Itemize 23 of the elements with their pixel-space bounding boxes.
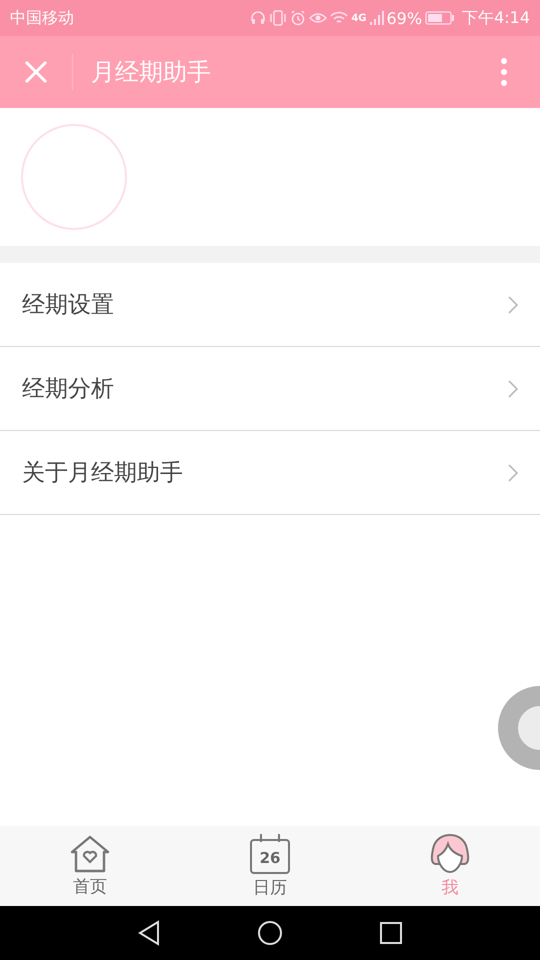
menu-item[interactable]: 关于月经期助手	[0, 431, 540, 515]
network-type: 4G	[351, 12, 366, 24]
header-title: 月经期助手	[91, 57, 212, 88]
menu-item[interactable]: 经期分析	[0, 347, 540, 431]
chevron-right-icon	[508, 296, 518, 314]
battery-icon	[425, 10, 456, 26]
tab[interactable]: 首页	[30, 826, 150, 906]
battery-level: 69%	[386, 8, 422, 28]
signal-icon	[370, 10, 384, 26]
tab[interactable]: 26 日历	[210, 826, 330, 906]
clock-time: 下午4:14	[462, 8, 530, 28]
home-icon[interactable]	[257, 920, 283, 946]
vibrate-icon	[269, 10, 288, 26]
house-heart-icon	[68, 834, 112, 872]
chevron-right-icon	[508, 464, 518, 482]
menu-item[interactable]: 经期设置	[0, 263, 540, 347]
headphones-icon	[250, 10, 266, 26]
carrier-name: 中国移动	[10, 8, 74, 28]
girl-face-icon	[428, 834, 472, 874]
alarm-icon	[290, 10, 306, 26]
back-icon[interactable]	[137, 920, 161, 946]
chevron-right-icon	[508, 380, 518, 398]
recent-apps-icon[interactable]	[379, 921, 403, 945]
